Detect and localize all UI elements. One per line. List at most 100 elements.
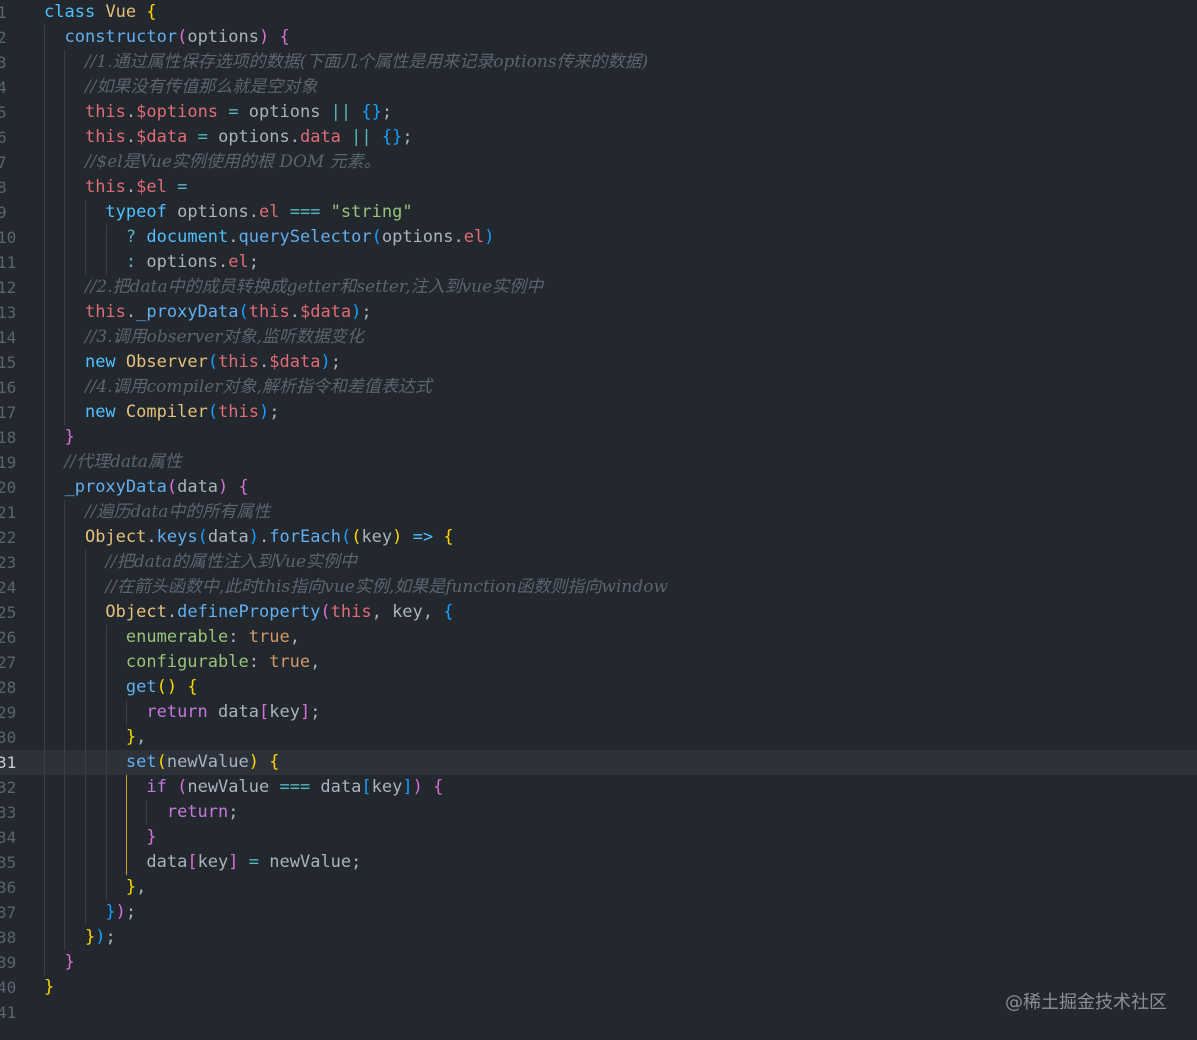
token: Compiler (125, 402, 208, 422)
code-line[interactable]: 3 //1.通过属性保存选项的数据(下面几个属性是用来记录options传来的数… (0, 50, 1197, 75)
token: ) (115, 902, 126, 922)
code-text: //2.把data中的成员转换成getter和setter,注入到vue实例中 (44, 275, 543, 300)
code-text: enumerable: true, (44, 625, 300, 650)
code-line[interactable]: 16 //4.调用compiler对象,解析指令和差值表达式 (0, 375, 1197, 400)
token: enumerable (125, 627, 229, 647)
token: true (269, 652, 311, 672)
code-line[interactable]: 6 this.$data = options.data || {}; (0, 125, 1197, 150)
line-number: 5 (0, 103, 7, 122)
token: ; (125, 902, 137, 922)
token: } (125, 877, 137, 897)
token: this (84, 127, 126, 147)
indent-guide (126, 700, 127, 725)
code-line[interactable]: 11 : options.el; (0, 250, 1197, 275)
code-line[interactable]: 33 return; (0, 800, 1197, 825)
token: options. (136, 252, 229, 272)
code-line[interactable]: 39 } (0, 950, 1197, 975)
code-line[interactable]: 24 //在箭头函数中,此时this指向vue实例,如果是function函数则… (0, 575, 1197, 600)
code-line[interactable]: 9 typeof options.el === "string" (0, 200, 1197, 225)
code-line[interactable]: 30 }, (0, 725, 1197, 750)
token: key (269, 702, 300, 722)
code-line[interactable]: 34 } (0, 825, 1197, 850)
code-line[interactable]: 14 //3.调用observer对象,监听数据变化 (0, 325, 1197, 350)
token: Object (105, 602, 167, 622)
token: //3.调用observer对象,监听数据变化 (84, 327, 364, 347)
code-line[interactable]: 35 data[key] = newValue; (0, 850, 1197, 875)
code-line[interactable]: 13 this._proxyData(this.$data); (0, 300, 1197, 325)
token: ; (381, 102, 393, 122)
code-line[interactable]: 32 if (newValue === data[key]) { (0, 775, 1197, 800)
line-number: 40 (0, 978, 17, 997)
code-line[interactable]: 1 class Vue { (0, 0, 1197, 25)
code-line[interactable]: 17 new Compiler(this); (0, 400, 1197, 425)
code-line[interactable]: 10 ? document.querySelector(options.el) (0, 225, 1197, 250)
line-number: 24 (0, 578, 17, 597)
code-line[interactable]: 22 Object.keys(data).forEach((key) => { (0, 525, 1197, 550)
indent-guide (106, 625, 107, 900)
code-line[interactable]: 25 Object.defineProperty(this, key, { (0, 600, 1197, 625)
code-line[interactable]: 12 //2.把data中的成员转换成getter和setter,注入到vue实… (0, 275, 1197, 300)
token: //2.把data中的成员转换成getter和setter,注入到vue实例中 (84, 277, 544, 297)
token: //$el是Vue实例使用的根 DOM 元素。 (84, 152, 381, 172)
code-text: } (44, 950, 75, 975)
token: keys (156, 527, 198, 547)
token: key (361, 527, 393, 547)
code-text: set(newValue) { (44, 750, 280, 775)
code-line[interactable]: 28 get() { (0, 675, 1197, 700)
line-number: 25 (0, 603, 17, 622)
code-line[interactable]: 19 //代理data属性 (0, 450, 1197, 475)
token: options. (381, 227, 464, 247)
code-line[interactable]: 18 } (0, 425, 1197, 450)
code-line[interactable]: 15 new Observer(this.$data); (0, 350, 1197, 375)
line-number: 37 (0, 903, 17, 922)
token: options. (166, 202, 259, 222)
token: = (228, 102, 239, 122)
code-line[interactable]: 36 }, (0, 875, 1197, 900)
token: } (64, 952, 75, 972)
line-number: 36 (0, 878, 17, 897)
code-line[interactable]: 20 _proxyData(data) { (0, 475, 1197, 500)
code-text: new Compiler(this); (44, 400, 280, 425)
token: } (84, 927, 96, 947)
code-text: //遍历data中的所有属性 (44, 500, 270, 525)
token: defineProperty (177, 602, 321, 622)
code-line[interactable]: 7 //$el是Vue实例使用的根 DOM 元素。 (0, 150, 1197, 175)
code-text: constructor(options) { (44, 25, 289, 50)
code-editor[interactable]: 1 class Vue {2 constructor(options) {3 //… (0, 0, 1197, 1040)
token: //4.调用compiler对象,解析指令和差值表达式 (84, 377, 432, 397)
token: options (238, 102, 331, 122)
token: //1.通过属性保存选项的数据(下面几个属性是用来记录options传来的数据) (84, 52, 649, 72)
token: () (156, 677, 178, 697)
code-line[interactable]: 27 configurable: true, (0, 650, 1197, 675)
token: data (310, 777, 362, 797)
token: el (258, 202, 280, 222)
code-text: } (44, 425, 74, 450)
code-line[interactable]: 37 }); (0, 900, 1197, 925)
code-text: //如果没有传值那么就是空对象 (44, 75, 317, 100)
code-line[interactable]: 8 this.$el = (0, 175, 1197, 200)
token: Observer (125, 352, 208, 372)
token: ) (392, 527, 403, 547)
token: {} (381, 127, 403, 147)
token: _proxyData (136, 302, 239, 322)
code-line[interactable]: 38 }); (0, 925, 1197, 950)
code-line[interactable]: 21 //遍历data中的所有属性 (0, 500, 1197, 525)
code-line[interactable]: 2 constructor(options) { (0, 25, 1197, 50)
code-line[interactable]: 29 return data[key]; (0, 700, 1197, 725)
code-line[interactable]: 31 set(newValue) { (0, 750, 1197, 775)
code-line[interactable]: 4 //如果没有传值那么就是空对象 (0, 75, 1197, 100)
token: Vue (105, 2, 137, 22)
line-number: 38 (0, 928, 17, 947)
indent-guide (106, 225, 107, 275)
token: [ (187, 852, 198, 872)
token: ( (238, 302, 249, 322)
code-line[interactable]: 23 //把data的属性注入到Vue实例中 (0, 550, 1197, 575)
code-line[interactable]: 26 enumerable: true, (0, 625, 1197, 650)
code-line[interactable]: 5 this.$options = options || {}; (0, 100, 1197, 125)
token: ; (330, 352, 341, 372)
